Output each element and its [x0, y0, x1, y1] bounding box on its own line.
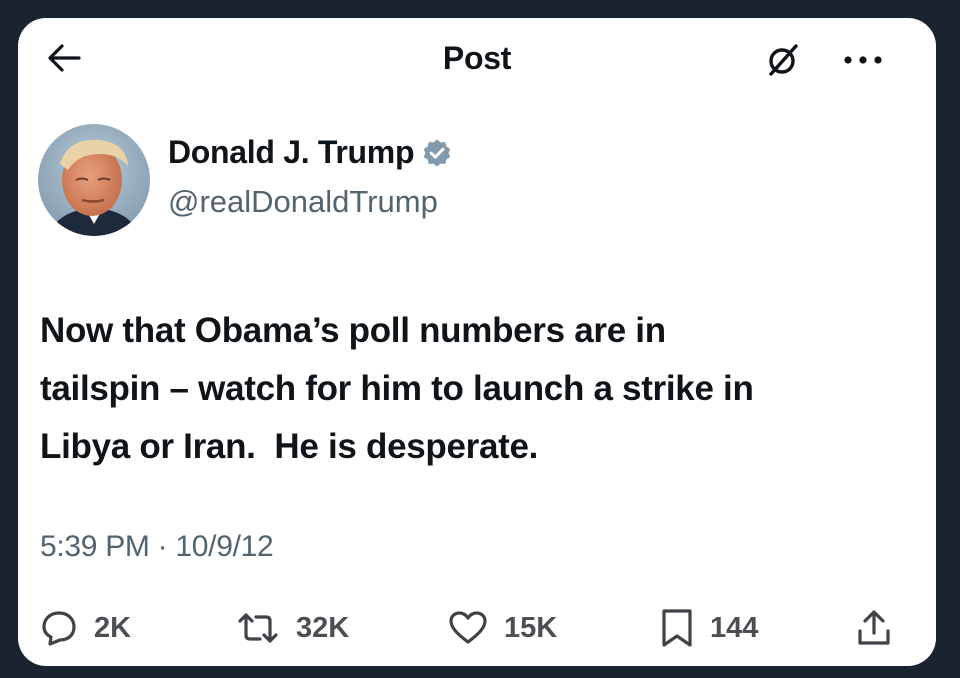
repost-icon [238, 613, 278, 643]
heart-icon [449, 611, 487, 644]
more-options-button[interactable] [838, 40, 888, 80]
grok-button[interactable] [763, 40, 803, 80]
verified-badge-icon [423, 139, 451, 166]
like-button[interactable]: 15K [448, 600, 557, 656]
repost-count: 32K [296, 611, 350, 644]
post-text-line: tailspin – watch for him to launch a str… [40, 369, 754, 408]
author-name: Donald J. Trump [168, 134, 452, 171]
author-handle[interactable]: @realDonaldTrump [168, 184, 438, 220]
reply-button[interactable]: 2K [40, 600, 131, 656]
reply-icon [42, 611, 76, 646]
bookmark-button[interactable]: 144 [660, 600, 758, 656]
repost-button[interactable]: 32K [236, 600, 349, 656]
post-timestamp[interactable]: 5:39 PM · 10/9/12 [40, 530, 274, 564]
grok-icon [769, 44, 798, 76]
action-bar: 2K 32K 15K 144 [18, 600, 936, 656]
bookmark-count: 144 [710, 611, 759, 644]
bookmark-icon [662, 609, 692, 647]
post-text-line: Libya or Iran. He is desperate. [40, 427, 539, 466]
post-text: Now that Obama’s poll numbers are in tai… [40, 302, 920, 476]
profile-photo [38, 124, 150, 236]
reply-count: 2K [94, 611, 132, 644]
share-icon [858, 610, 890, 645]
avatar[interactable] [38, 124, 150, 236]
like-count: 15K [504, 611, 558, 644]
top-bar: Post [18, 18, 936, 98]
post-text-line: Now that Obama’s poll numbers are in [40, 311, 666, 350]
post-card: Post Donald J. Trump @realDonaldTrump No… [18, 18, 936, 666]
display-name[interactable]: Donald J. Trump [168, 134, 415, 171]
more-horizontal-icon [844, 56, 882, 64]
share-button[interactable] [856, 600, 892, 656]
